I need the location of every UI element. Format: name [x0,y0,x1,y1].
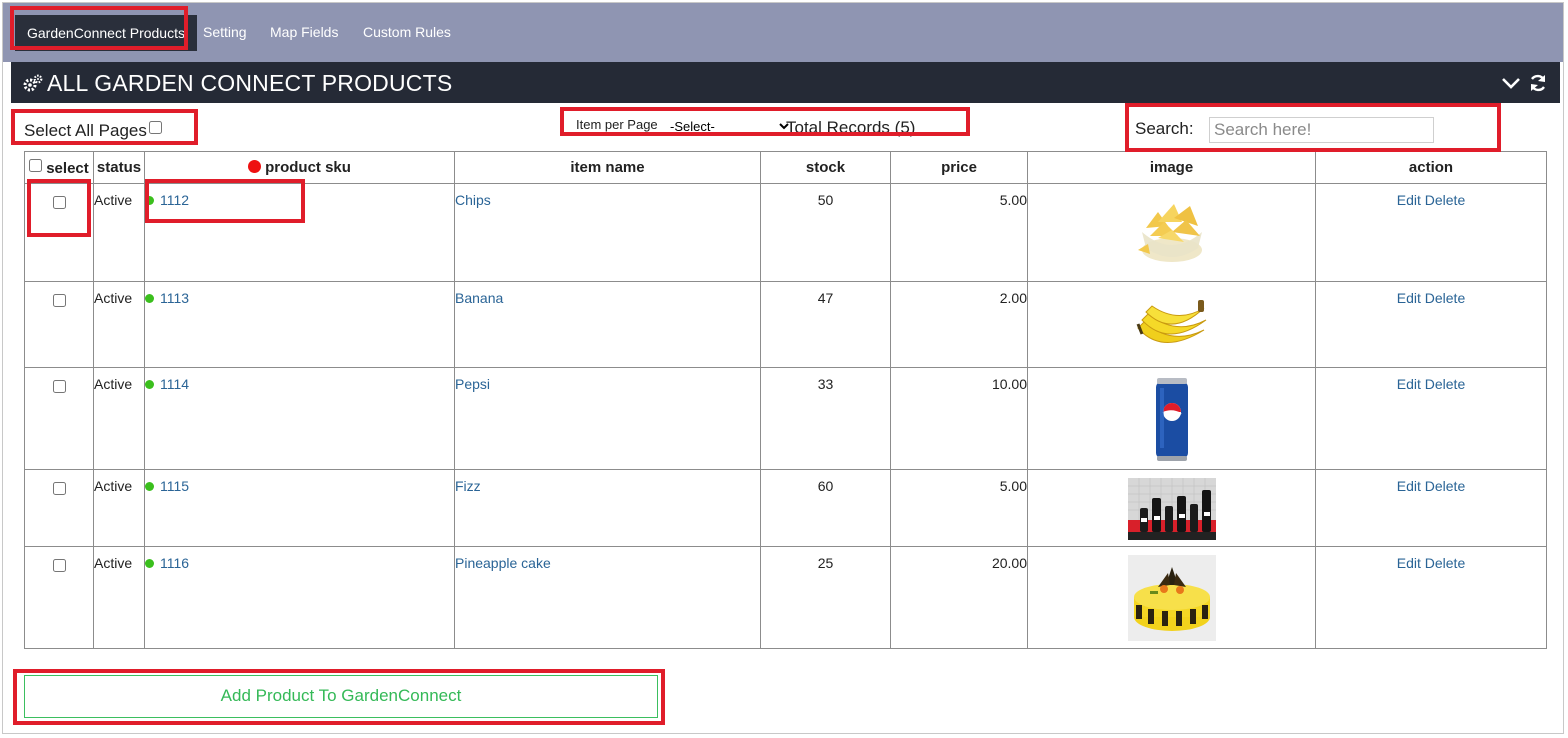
row-stock: 33 [760,367,891,470]
edit-link[interactable]: Edit [1397,192,1421,208]
pepsi-can-image [1155,378,1188,461]
row-name-link[interactable]: Banana [455,290,503,306]
row-select-checkbox[interactable] [52,380,66,393]
pineapple-cake-image [1127,555,1216,641]
header-item-name[interactable]: item name [454,151,761,184]
table-row: Active 1115 Fizz 60 5.00 Edit Delete [24,469,1547,547]
row-select-checkbox[interactable] [52,196,66,209]
chevron-down-icon[interactable] [1500,74,1522,92]
panel-header: ALL GARDEN CONNECT PRODUCTS [11,62,1560,103]
row-stock: 25 [760,546,891,649]
header-image: image [1027,151,1316,184]
search-label: Search: [1135,119,1194,138]
red-dot-icon [248,160,262,173]
search-input[interactable] [1209,117,1434,143]
edit-link[interactable]: Edit [1397,376,1421,392]
row-sku-link[interactable]: 1113 [160,290,189,306]
row-status: Active [93,367,145,470]
row-sku-link[interactable]: 1112 [160,192,189,208]
header-stock[interactable]: stock [760,151,891,184]
row-stock: 60 [760,469,891,547]
top-nav: GardenConnect Products Setting Map Field… [3,3,1563,62]
row-stock: 47 [760,281,891,368]
row-price: 5.00 [890,469,1028,547]
add-product-button[interactable]: Add Product To GardenConnect [24,675,658,718]
status-dot-icon [145,482,154,491]
tab-custom-rules[interactable]: Custom Rules [363,24,451,40]
refresh-icon[interactable] [1528,73,1548,93]
chips-image [1137,204,1202,262]
header-select: select [24,151,94,184]
row-name-link[interactable]: Pineapple cake [455,555,551,571]
header-product-sku[interactable]: product sku [144,151,455,184]
panel-title: ALL GARDEN CONNECT PRODUCTS [47,70,453,96]
banana-image [1136,300,1206,343]
row-name-link[interactable]: Fizz [455,478,481,494]
table-row: Active 1113 Banana 47 2.00 Edit Delete [24,281,1547,368]
row-price: 2.00 [890,281,1028,368]
table-row: Active 1114 Pepsi 33 10.00 Edit Delete [24,367,1547,470]
tab-setting[interactable]: Setting [203,24,247,40]
items-per-page: Item per Page -Select- [576,117,792,135]
row-select-checkbox[interactable] [52,294,66,307]
row-select-checkbox[interactable] [52,482,66,495]
status-dot-icon [145,380,154,389]
header-price[interactable]: price [890,151,1028,184]
status-dot-icon [145,559,154,568]
total-records: Total Records (5) [786,118,916,137]
select-all-label: Select All Pages [24,121,147,140]
delete-link[interactable]: Delete [1425,555,1465,571]
items-per-page-label: Item per Page [576,117,658,132]
row-sku-link[interactable]: 1114 [160,376,189,392]
row-name-link[interactable]: Pepsi [455,376,490,392]
row-price: 5.00 [890,183,1028,282]
delete-link[interactable]: Delete [1425,478,1465,494]
row-status: Active [93,546,145,649]
header-action: action [1315,151,1547,184]
fizz-bottles-image [1127,478,1216,540]
table-row: Active 1112 Chips 50 5.00 Edit Delete [24,183,1547,282]
delete-link[interactable]: Delete [1425,290,1465,306]
row-select-checkbox[interactable] [52,559,66,572]
row-sku-link[interactable]: 1116 [160,555,189,571]
row-status: Active [93,469,145,547]
row-sku-link[interactable]: 1115 [160,478,189,494]
table-header-row: select status product sku item name stoc… [24,151,1547,184]
table-row: Active 1116 Pineapple cake 25 20.00 Edit… [24,546,1547,649]
tab-gardenconnect-products[interactable]: GardenConnect Products [15,15,197,51]
status-dot-icon [145,294,154,303]
status-dot-icon [145,196,154,205]
select-all-checkbox[interactable] [148,121,162,134]
header-select-checkbox[interactable] [29,158,43,172]
tab-map-fields[interactable]: Map Fields [270,24,338,40]
edit-link[interactable]: Edit [1397,478,1421,494]
row-price: 10.00 [890,367,1028,470]
row-price: 20.00 [890,546,1028,649]
delete-link[interactable]: Delete [1425,192,1465,208]
delete-link[interactable]: Delete [1425,376,1465,392]
row-stock: 50 [760,183,891,282]
edit-link[interactable]: Edit [1397,290,1421,306]
products-table: select status product sku item name stoc… [24,151,1547,649]
items-per-page-select[interactable]: -Select- [666,117,792,135]
row-status: Active [93,281,145,368]
gears-icon [23,74,43,92]
row-status: Active [93,183,145,282]
select-all-pages[interactable]: Select All Pages [24,121,162,141]
row-name-link[interactable]: Chips [455,192,491,208]
edit-link[interactable]: Edit [1397,555,1421,571]
header-status[interactable]: status [93,151,145,184]
